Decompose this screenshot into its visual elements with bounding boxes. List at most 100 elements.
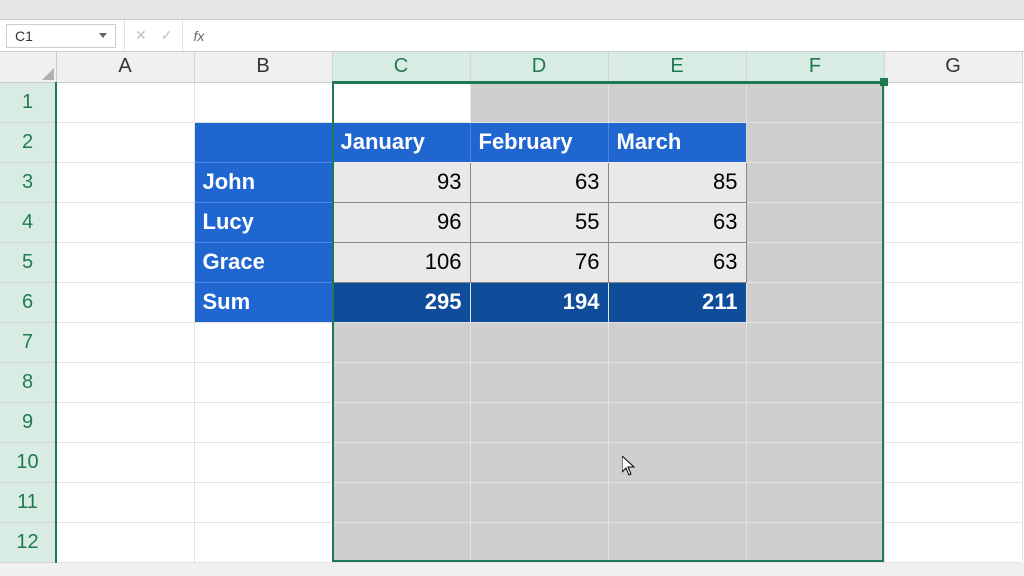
cell-E7[interactable] (608, 322, 746, 362)
cell-C3[interactable]: 93 (332, 162, 470, 202)
cell-D3[interactable]: 63 (470, 162, 608, 202)
cell-B11[interactable] (194, 482, 332, 522)
col-header-A[interactable]: A (56, 52, 194, 82)
cell-G5[interactable] (884, 242, 1022, 282)
cell-D7[interactable] (470, 322, 608, 362)
cell-G11[interactable] (884, 482, 1022, 522)
cell-G2[interactable] (884, 122, 1022, 162)
cell-G6[interactable] (884, 282, 1022, 322)
cancel-icon[interactable]: ✕ (135, 27, 147, 44)
cell-C8[interactable] (332, 362, 470, 402)
cell-A12[interactable] (56, 522, 194, 562)
cell-D4[interactable]: 55 (470, 202, 608, 242)
cell-F6[interactable] (746, 282, 884, 322)
cell-A8[interactable] (56, 362, 194, 402)
cell-D8[interactable] (470, 362, 608, 402)
cell-C7[interactable] (332, 322, 470, 362)
cell-B2[interactable] (194, 122, 332, 162)
cell-D6[interactable]: 194 (470, 282, 608, 322)
cell-D10[interactable] (470, 442, 608, 482)
cell-C1[interactable] (332, 82, 470, 122)
cell-A1[interactable] (56, 82, 194, 122)
confirm-icon[interactable]: ✓ (161, 27, 173, 44)
cell-B4[interactable]: Lucy (194, 202, 332, 242)
cell-D2[interactable]: February (470, 122, 608, 162)
cell-G7[interactable] (884, 322, 1022, 362)
cell-E1[interactable] (608, 82, 746, 122)
row-header-6[interactable]: 6 (0, 282, 56, 322)
cell-E9[interactable] (608, 402, 746, 442)
cell-C6[interactable]: 295 (332, 282, 470, 322)
cell-G1[interactable] (884, 82, 1022, 122)
cell-G3[interactable] (884, 162, 1022, 202)
cell-E6[interactable]: 211 (608, 282, 746, 322)
select-all-corner[interactable] (0, 52, 56, 82)
cell-B1[interactable] (194, 82, 332, 122)
cell-E12[interactable] (608, 522, 746, 562)
cell-D9[interactable] (470, 402, 608, 442)
cell-B5[interactable]: Grace (194, 242, 332, 282)
cell-C12[interactable] (332, 522, 470, 562)
cell-B10[interactable] (194, 442, 332, 482)
col-header-F[interactable]: F (746, 52, 884, 82)
col-header-D[interactable]: D (470, 52, 608, 82)
cell-B12[interactable] (194, 522, 332, 562)
cell-G9[interactable] (884, 402, 1022, 442)
cell-F2[interactable] (746, 122, 884, 162)
cell-D11[interactable] (470, 482, 608, 522)
col-header-G[interactable]: G (884, 52, 1022, 82)
cell-F5[interactable] (746, 242, 884, 282)
cell-C5[interactable]: 106 (332, 242, 470, 282)
cell-A3[interactable] (56, 162, 194, 202)
cell-F8[interactable] (746, 362, 884, 402)
col-header-C[interactable]: C (332, 52, 470, 82)
cell-F1[interactable] (746, 82, 884, 122)
cell-A5[interactable] (56, 242, 194, 282)
cell-E8[interactable] (608, 362, 746, 402)
cell-F11[interactable] (746, 482, 884, 522)
cell-E11[interactable] (608, 482, 746, 522)
cell-E4[interactable]: 63 (608, 202, 746, 242)
cell-F7[interactable] (746, 322, 884, 362)
cell-F4[interactable] (746, 202, 884, 242)
cell-B8[interactable] (194, 362, 332, 402)
cell-G12[interactable] (884, 522, 1022, 562)
row-header-9[interactable]: 9 (0, 402, 56, 442)
cell-D5[interactable]: 76 (470, 242, 608, 282)
cell-C11[interactable] (332, 482, 470, 522)
cell-B7[interactable] (194, 322, 332, 362)
cell-G10[interactable] (884, 442, 1022, 482)
cell-A9[interactable] (56, 402, 194, 442)
cell-F9[interactable] (746, 402, 884, 442)
row-header-5[interactable]: 5 (0, 242, 56, 282)
row-header-11[interactable]: 11 (0, 482, 56, 522)
cell-G4[interactable] (884, 202, 1022, 242)
row-header-1[interactable]: 1 (0, 82, 56, 122)
col-header-B[interactable]: B (194, 52, 332, 82)
cell-B3[interactable]: John (194, 162, 332, 202)
chevron-down-icon[interactable] (99, 33, 107, 38)
cell-A6[interactable] (56, 282, 194, 322)
col-header-E[interactable]: E (608, 52, 746, 82)
cell-F12[interactable] (746, 522, 884, 562)
row-header-7[interactable]: 7 (0, 322, 56, 362)
cell-A2[interactable] (56, 122, 194, 162)
cell-F10[interactable] (746, 442, 884, 482)
row-header-4[interactable]: 4 (0, 202, 56, 242)
cell-E2[interactable]: March (608, 122, 746, 162)
cell-E5[interactable]: 63 (608, 242, 746, 282)
row-header-12[interactable]: 12 (0, 522, 56, 562)
row-header-2[interactable]: 2 (0, 122, 56, 162)
cell-D12[interactable] (470, 522, 608, 562)
row-header-8[interactable]: 8 (0, 362, 56, 402)
row-header-3[interactable]: 3 (0, 162, 56, 202)
cell-C9[interactable] (332, 402, 470, 442)
cell-A7[interactable] (56, 322, 194, 362)
cell-A4[interactable] (56, 202, 194, 242)
formula-input[interactable] (214, 20, 1024, 51)
cell-G8[interactable] (884, 362, 1022, 402)
name-box[interactable]: C1 (6, 24, 116, 48)
cell-C2[interactable]: January (332, 122, 470, 162)
cell-B6[interactable]: Sum (194, 282, 332, 322)
cell-E10[interactable] (608, 442, 746, 482)
